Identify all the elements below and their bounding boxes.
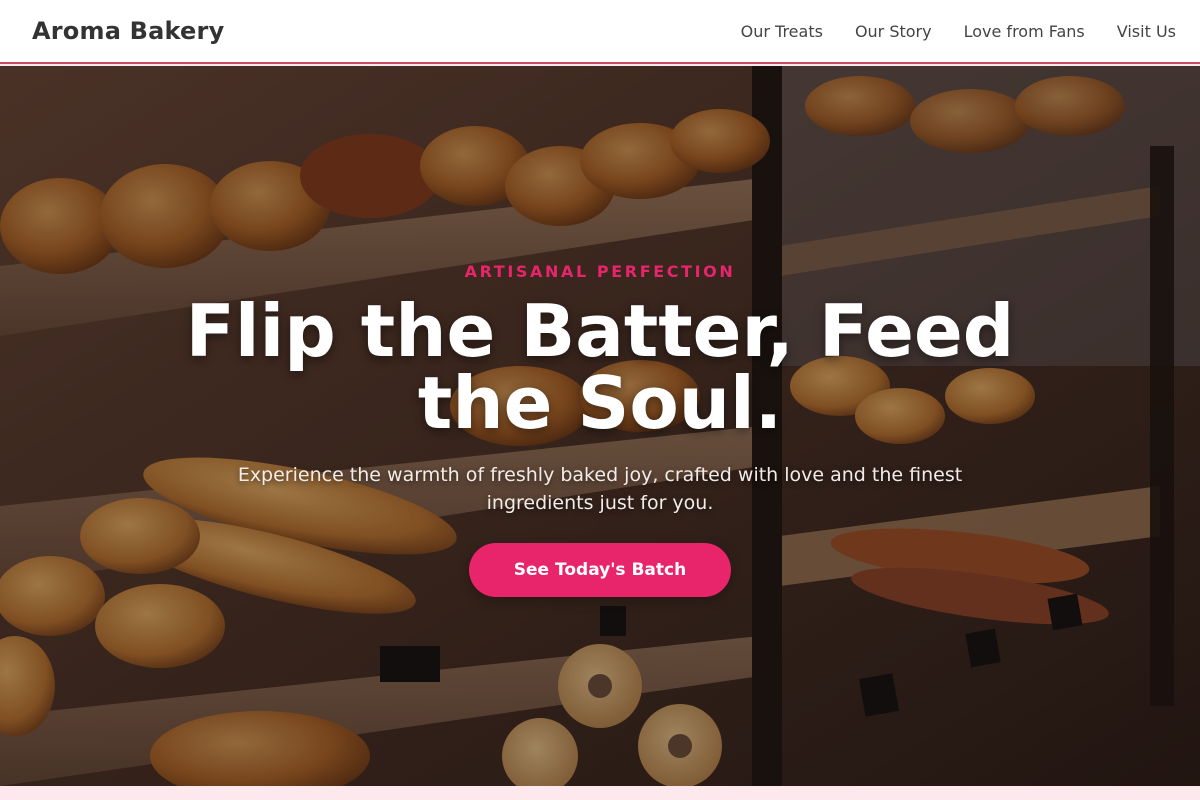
nav-links: Our Treats Our Story Love from Fans Visi… bbox=[741, 22, 1176, 41]
hero-eyebrow: ARTISANAL PERFECTION bbox=[464, 262, 736, 281]
nav-link-our-treats[interactable]: Our Treats bbox=[741, 22, 823, 41]
hero-content: ARTISANAL PERFECTION Flip the Batter, Fe… bbox=[0, 66, 1200, 786]
next-section-edge bbox=[0, 786, 1200, 800]
nav-link-love-from-fans[interactable]: Love from Fans bbox=[964, 22, 1085, 41]
hero-headline: Flip the Batter, Feed the Soul. bbox=[185, 289, 1015, 445]
brand-logo-text[interactable]: Aroma Bakery bbox=[32, 17, 224, 45]
hero-section: ARTISANAL PERFECTION Flip the Batter, Fe… bbox=[0, 66, 1200, 786]
nav-link-our-story[interactable]: Our Story bbox=[855, 22, 932, 41]
navbar: Aroma Bakery Our Treats Our Story Love f… bbox=[0, 0, 1200, 64]
hero-subtitle: Experience the warmth of freshly baked j… bbox=[237, 464, 963, 514]
nav-link-visit-us[interactable]: Visit Us bbox=[1117, 22, 1176, 41]
see-todays-batch-button[interactable]: See Today's Batch bbox=[469, 543, 731, 597]
